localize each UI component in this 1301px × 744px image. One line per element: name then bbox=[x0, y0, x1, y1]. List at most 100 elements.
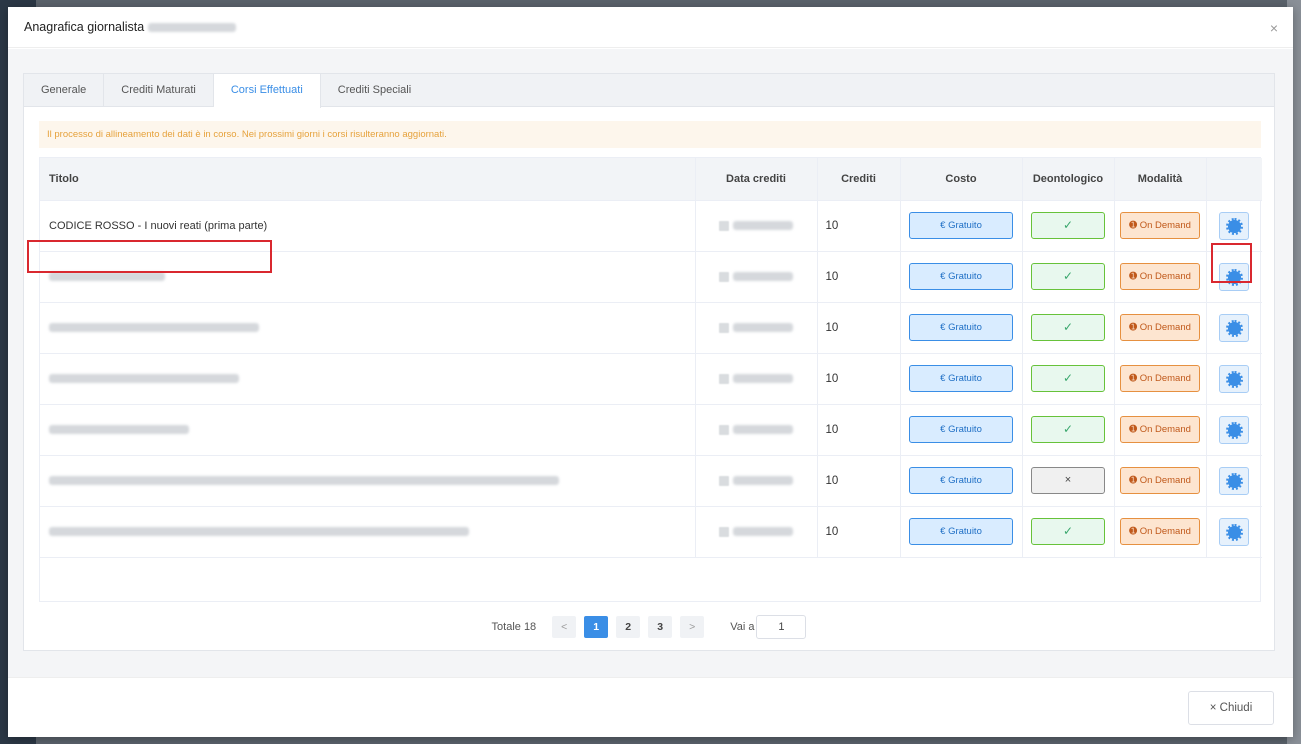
deontological-tag[interactable]: ✓ bbox=[1031, 416, 1105, 443]
mode-tag[interactable]: ➊ On Demand bbox=[1120, 416, 1200, 443]
mode-cell: ➊ On Demand bbox=[1114, 506, 1207, 557]
deontological-cell: ✓ bbox=[1022, 251, 1115, 302]
gear-icon bbox=[1226, 421, 1244, 439]
table-empty-row bbox=[40, 557, 1262, 603]
date-cell bbox=[695, 353, 818, 404]
deontological-tag[interactable]: ✓ bbox=[1031, 212, 1105, 239]
goto-page-input[interactable]: 1 bbox=[756, 615, 807, 639]
credits-cell: 10 bbox=[817, 353, 901, 404]
page-3-button[interactable]: 3 bbox=[648, 616, 673, 638]
table-row: 10 € Gratuito ✓ ➊ On Demand bbox=[40, 353, 1262, 404]
credits-cell: 10 bbox=[817, 506, 901, 557]
header-modalita[interactable]: Modalità bbox=[1114, 158, 1207, 200]
tab-crediti-speciali[interactable]: Crediti Speciali bbox=[321, 74, 428, 106]
deontological-tag[interactable]: ✓ bbox=[1031, 365, 1105, 392]
table-row: CODICE ROSSO - I nuovi reati (prima part… bbox=[40, 200, 1262, 251]
page-1-button[interactable]: 1 bbox=[584, 616, 609, 638]
header-actions bbox=[1206, 158, 1262, 200]
prev-page-button[interactable]: < bbox=[552, 616, 577, 638]
settings-button[interactable] bbox=[1219, 262, 1250, 291]
date-redacted bbox=[733, 527, 793, 537]
modal-header: Anagrafica giornalista × bbox=[8, 7, 1293, 48]
deontological-cell: ✓ bbox=[1022, 506, 1115, 557]
close-button-label: Chiudi bbox=[1219, 702, 1253, 714]
deontological-tag[interactable]: ✓ bbox=[1031, 263, 1105, 290]
cost-tag[interactable]: € Gratuito bbox=[909, 263, 1013, 290]
mode-tag[interactable]: ➊ On Demand bbox=[1120, 365, 1200, 392]
play-circle-icon: ➊ bbox=[1129, 424, 1140, 435]
settings-button[interactable] bbox=[1219, 313, 1250, 342]
gear-icon bbox=[1226, 472, 1244, 490]
tab-corsi-effettuati[interactable]: Corsi Effettuati bbox=[213, 74, 321, 108]
header-titolo[interactable]: Titolo bbox=[40, 158, 696, 200]
gear-icon bbox=[1226, 370, 1244, 388]
cost-cell: € Gratuito bbox=[900, 455, 1023, 506]
table-row: 10 € Gratuito ✓ ➊ On Demand bbox=[40, 302, 1262, 353]
date-redacted bbox=[733, 272, 793, 282]
settings-button[interactable] bbox=[1219, 211, 1250, 240]
title-cell bbox=[40, 251, 696, 302]
settings-button[interactable] bbox=[1219, 364, 1250, 393]
settings-button[interactable] bbox=[1219, 415, 1250, 444]
tab-crediti-maturati[interactable]: Crediti Maturati bbox=[104, 74, 214, 106]
cost-tag[interactable]: € Gratuito bbox=[909, 212, 1013, 239]
mode-cell: ➊ On Demand bbox=[1114, 302, 1207, 353]
mode-tag[interactable]: ➊ On Demand bbox=[1120, 467, 1200, 494]
modal-footer: × Chiudi bbox=[8, 677, 1293, 737]
tabs-card: Generale Crediti Maturati Corsi Effettua… bbox=[23, 73, 1275, 651]
mode-tag[interactable]: ➊ On Demand bbox=[1120, 263, 1200, 290]
next-page-button[interactable]: > bbox=[680, 616, 705, 638]
cost-tag[interactable]: € Gratuito bbox=[909, 467, 1013, 494]
cost-tag[interactable]: € Gratuito bbox=[909, 416, 1013, 443]
header-data-crediti[interactable]: Data crediti bbox=[695, 158, 818, 200]
cost-cell: € Gratuito bbox=[900, 251, 1023, 302]
deontological-cell: ✓ bbox=[1022, 200, 1115, 251]
header-costo[interactable]: Costo bbox=[900, 158, 1023, 200]
cost-tag[interactable]: € Gratuito bbox=[909, 365, 1013, 392]
table-header-row: Titolo Data crediti Crediti Costo Deonto… bbox=[40, 158, 1262, 200]
deontological-tag[interactable]: ✓ bbox=[1031, 314, 1105, 341]
cost-cell: € Gratuito bbox=[900, 506, 1023, 557]
tab-bar: Generale Crediti Maturati Corsi Effettua… bbox=[24, 74, 1274, 108]
play-circle-icon: ➊ bbox=[1129, 271, 1140, 282]
close-icon[interactable]: × bbox=[1267, 21, 1281, 35]
mode-cell: ➊ On Demand bbox=[1114, 404, 1207, 455]
cost-tag[interactable]: € Gratuito bbox=[909, 518, 1013, 545]
settings-button[interactable] bbox=[1219, 517, 1250, 546]
redacted-name bbox=[148, 22, 237, 32]
mode-label: On Demand bbox=[1139, 220, 1191, 231]
title-cell bbox=[40, 404, 696, 455]
table-row: 10 € Gratuito ✓ ➊ On Demand bbox=[40, 404, 1262, 455]
deontological-cell: ✓ bbox=[1022, 302, 1115, 353]
action-cell bbox=[1206, 455, 1262, 506]
gear-icon bbox=[1226, 268, 1244, 286]
deontological-cell: × bbox=[1022, 455, 1115, 506]
title-cell bbox=[40, 302, 696, 353]
deontological-tag[interactable]: ✓ bbox=[1031, 518, 1105, 545]
settings-button[interactable] bbox=[1219, 466, 1250, 495]
close-button[interactable]: × Chiudi bbox=[1188, 691, 1274, 725]
action-cell bbox=[1206, 251, 1262, 302]
play-circle-icon: ➊ bbox=[1129, 373, 1140, 384]
page-2-button[interactable]: 2 bbox=[616, 616, 641, 638]
title-cell bbox=[40, 506, 696, 557]
mode-label: On Demand bbox=[1139, 322, 1191, 333]
deontological-tag[interactable]: × bbox=[1031, 467, 1105, 494]
mode-tag[interactable]: ➊ On Demand bbox=[1120, 518, 1200, 545]
mode-tag[interactable]: ➊ On Demand bbox=[1120, 212, 1200, 239]
course-title-redacted bbox=[49, 323, 259, 333]
credits-cell: 10 bbox=[817, 455, 901, 506]
title-cell bbox=[40, 353, 696, 404]
calendar-icon bbox=[719, 220, 729, 231]
pagination-total: Totale 18 bbox=[491, 621, 537, 633]
credits-cell: 10 bbox=[817, 200, 901, 251]
tab-generale[interactable]: Generale bbox=[24, 74, 105, 106]
goto-label: Vai a bbox=[730, 621, 755, 633]
play-circle-icon: ➊ bbox=[1129, 475, 1140, 486]
header-crediti[interactable]: Crediti bbox=[817, 158, 901, 200]
header-deontologico[interactable]: Deontologico bbox=[1022, 158, 1115, 200]
mode-tag[interactable]: ➊ On Demand bbox=[1120, 314, 1200, 341]
cost-tag[interactable]: € Gratuito bbox=[909, 314, 1013, 341]
cost-cell: € Gratuito bbox=[900, 404, 1023, 455]
calendar-icon bbox=[719, 526, 729, 537]
